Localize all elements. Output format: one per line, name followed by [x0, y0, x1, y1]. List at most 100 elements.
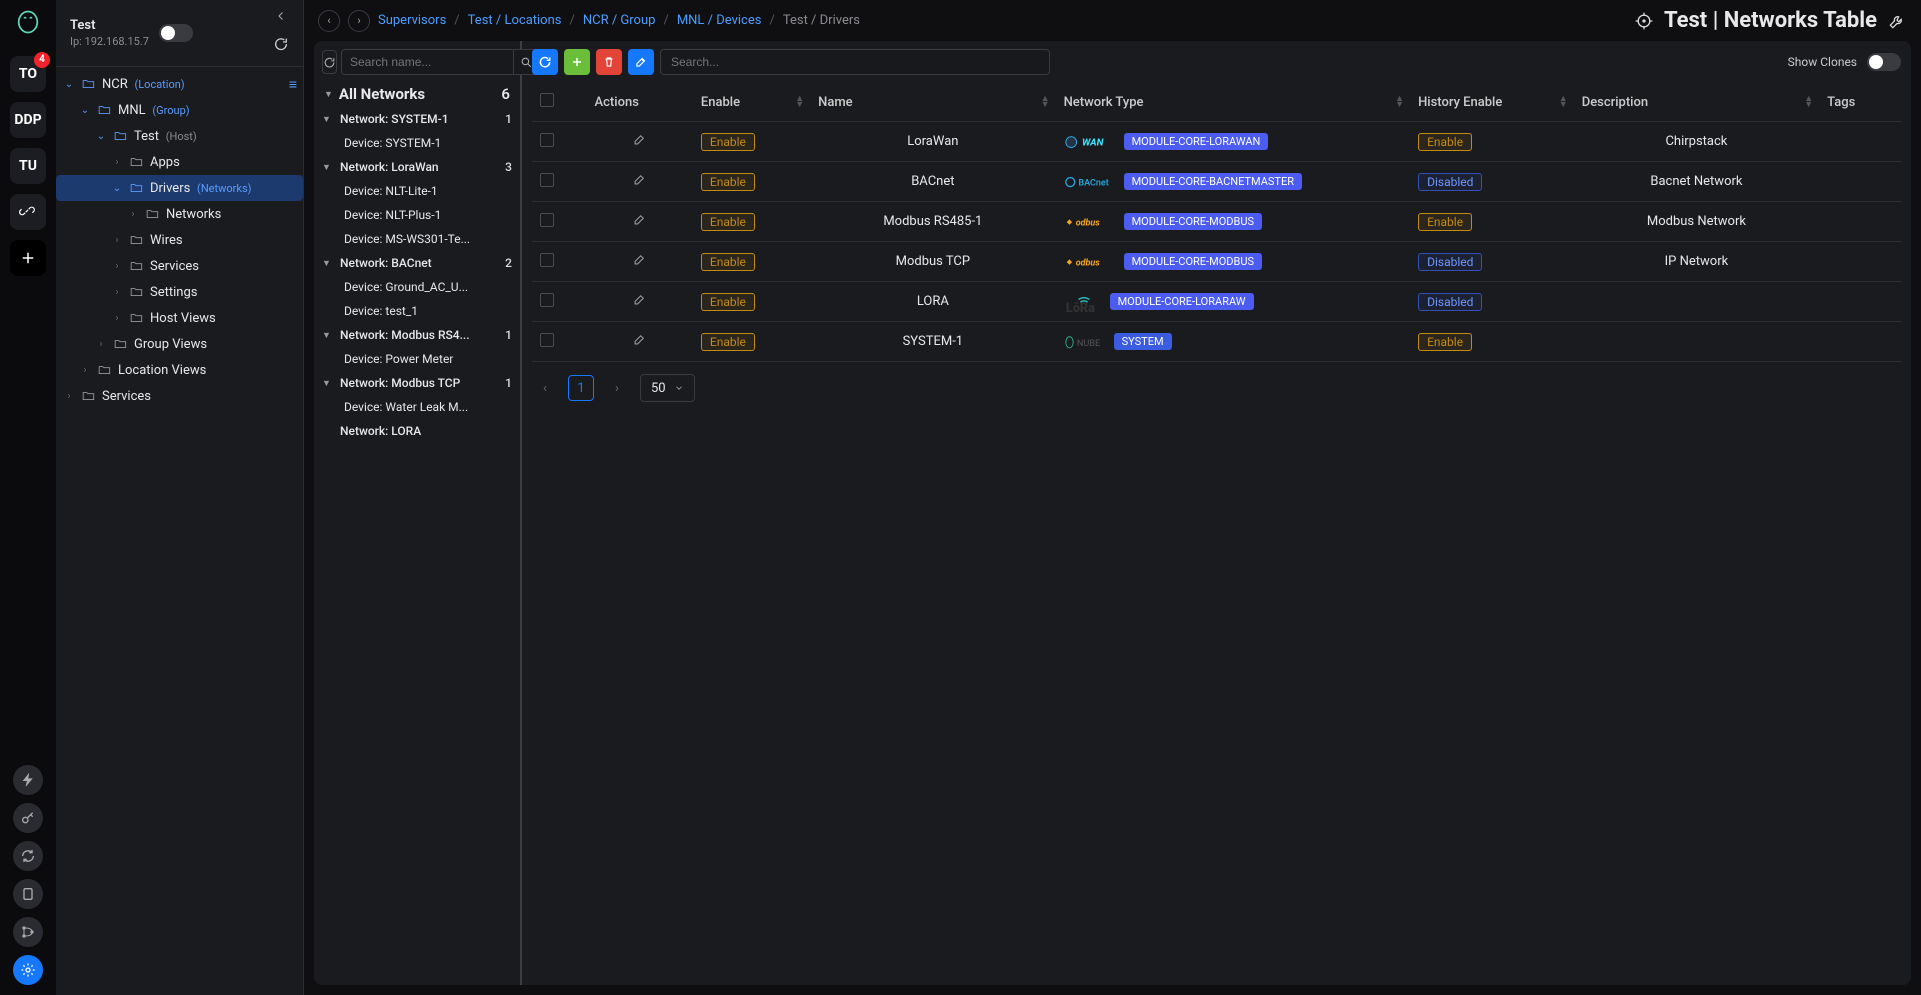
netlist-item[interactable]: ▼Network: Modbus TCP1 — [322, 371, 512, 395]
tree-node[interactable]: ›Settings — [56, 279, 303, 305]
sort-icon: ▲▼ — [1041, 96, 1050, 108]
edit-row-button[interactable] — [632, 336, 647, 351]
refresh-tree-button[interactable] — [273, 36, 289, 56]
breadcrumb-item[interactable]: Supervisors — [378, 13, 446, 28]
folder-icon — [98, 364, 112, 376]
tree-node[interactable]: ⌄Test (Host) — [56, 123, 303, 149]
netlist-item[interactable]: Device: Power Meter — [322, 347, 512, 371]
tree-node[interactable]: ⌄Drivers (Networks) — [56, 175, 303, 201]
netlist-item[interactable]: ▼Network: Modbus RS4...1 — [322, 323, 512, 347]
edit-row-button[interactable] — [632, 136, 647, 151]
refresh-icon — [323, 56, 336, 69]
nav-back-button[interactable]: ‹ — [318, 10, 340, 32]
delete-button[interactable] — [596, 49, 622, 75]
tree-node[interactable]: ›Networks — [56, 201, 303, 227]
wrench-icon[interactable] — [1887, 11, 1907, 31]
host-toggle[interactable] — [159, 24, 193, 42]
row-checkbox[interactable] — [540, 293, 554, 307]
tree-node[interactable]: ›Services — [56, 253, 303, 279]
tree-node[interactable]: ›Wires — [56, 227, 303, 253]
bottom-button-doc[interactable] — [13, 879, 43, 909]
bottom-button-branch[interactable] — [13, 917, 43, 947]
page-size-select[interactable]: 50 — [640, 374, 695, 402]
col-history[interactable]: History Enable▲▼ — [1410, 83, 1574, 122]
row-description: IP Network — [1574, 242, 1819, 282]
rail-tile-label: TU — [19, 158, 37, 174]
tree-node[interactable]: ›Host Views — [56, 305, 303, 331]
row-checkbox[interactable] — [540, 213, 554, 227]
row-type: odbusMODULE-CORE-MODBUS — [1056, 202, 1411, 242]
col-desc[interactable]: Description▲▼ — [1574, 83, 1819, 122]
enable-badge: Enable — [701, 293, 755, 311]
edit-row-button[interactable] — [632, 176, 647, 191]
rail-tile-link[interactable] — [10, 194, 46, 230]
tree-node[interactable]: ›Group Views — [56, 331, 303, 357]
netlist-item[interactable]: ▼Network: BACnet2 — [322, 251, 512, 275]
netlist-item-label: Network: LoraWan — [334, 160, 439, 174]
bottom-button-sync[interactable] — [13, 841, 43, 871]
table-row: EnableModbus RS485-1odbusMODULE-CORE-MOD… — [532, 202, 1901, 242]
prev-page-button[interactable]: ‹ — [532, 375, 558, 401]
app-logo — [14, 8, 42, 36]
row-checkbox[interactable] — [540, 253, 554, 267]
edit-row-button[interactable] — [632, 296, 647, 311]
netlist-item[interactable]: Device: Water Leak M... — [322, 395, 512, 419]
edit-icon — [632, 332, 647, 347]
tree-node-label: Drivers (Networks) — [150, 181, 297, 196]
row-checkbox[interactable] — [540, 133, 554, 147]
row-checkbox[interactable] — [540, 333, 554, 347]
netlist-item[interactable]: Device: test_1 — [322, 299, 512, 323]
add-button[interactable] — [564, 49, 590, 75]
row-description — [1574, 282, 1819, 322]
tree-node[interactable]: ›Apps — [56, 149, 303, 175]
breadcrumb-item[interactable]: NCR / Group — [583, 13, 656, 28]
rail-tile-add[interactable] — [10, 240, 46, 276]
netlist-item[interactable]: ▼Network: SYSTEM-11 — [322, 107, 512, 131]
select-all-checkbox[interactable] — [540, 93, 554, 107]
node-menu-icon[interactable]: ≡ — [289, 76, 297, 93]
page-number[interactable]: 1 — [568, 375, 594, 401]
breadcrumb-item[interactable]: Test / Locations — [468, 13, 562, 28]
tree-node[interactable]: ›Location Views — [56, 357, 303, 383]
edit-row-button[interactable] — [632, 256, 647, 271]
next-page-button[interactable]: › — [604, 375, 630, 401]
table-search-input[interactable] — [661, 50, 1049, 74]
rail-tile-ddp[interactable]: DDP — [10, 102, 46, 138]
netlist-item-label: Device: MS-WS301-Te... — [344, 232, 470, 246]
rail-tile-to[interactable]: TO4 — [10, 56, 46, 92]
edit-row-button[interactable] — [632, 216, 647, 231]
tree-node[interactable]: ⌄MNL (Group) — [56, 97, 303, 123]
col-type[interactable]: Network Type▲▼ — [1056, 83, 1411, 122]
svg-text:odbus: odbus — [1075, 218, 1100, 228]
edit-icon — [632, 292, 647, 307]
netlist-item[interactable]: Device: SYSTEM-1 — [322, 131, 512, 155]
col-enable[interactable]: Enable▲▼ — [693, 83, 810, 122]
netlist-item[interactable]: Device: NLT-Plus-1 — [322, 203, 512, 227]
netlist-item[interactable]: ▼Network: LoraWan3 — [322, 155, 512, 179]
sync-icon — [20, 848, 36, 864]
networks-table: Actions Enable▲▼ Name▲▼ Network Type▲▼ H… — [532, 83, 1901, 362]
row-description: Bacnet Network — [1574, 162, 1819, 202]
col-name[interactable]: Name▲▼ — [810, 83, 1055, 122]
nav-forward-button[interactable]: › — [348, 10, 370, 32]
tree-node[interactable]: ⌄NCR (Location)≡ — [56, 71, 303, 97]
netlist-item[interactable]: Network: LORA — [322, 419, 512, 443]
netlist-item[interactable]: Device: MS-WS301-Te... — [322, 227, 512, 251]
bottom-button-settings[interactable] — [13, 955, 43, 985]
trash-icon — [602, 55, 616, 69]
reload-button[interactable] — [532, 49, 558, 75]
tree-node[interactable]: ›Services — [56, 383, 303, 409]
show-clones-toggle[interactable] — [1867, 53, 1901, 71]
refresh-list-button[interactable] — [322, 50, 337, 74]
collapse-panel-button[interactable] — [275, 10, 287, 26]
breadcrumb-item[interactable]: MNL / Devices — [677, 13, 762, 28]
row-checkbox[interactable] — [540, 173, 554, 187]
col-tags: Tags — [1819, 83, 1901, 122]
bottom-button-key[interactable] — [13, 803, 43, 833]
list-search-input[interactable] — [342, 55, 513, 69]
bottom-button-bolt[interactable] — [13, 765, 43, 795]
netlist-item[interactable]: Device: Ground_AC_U... — [322, 275, 512, 299]
netlist-item[interactable]: Device: NLT-Lite-1 — [322, 179, 512, 203]
rail-tile-tu[interactable]: TU — [10, 148, 46, 184]
edit-button[interactable] — [628, 49, 654, 75]
